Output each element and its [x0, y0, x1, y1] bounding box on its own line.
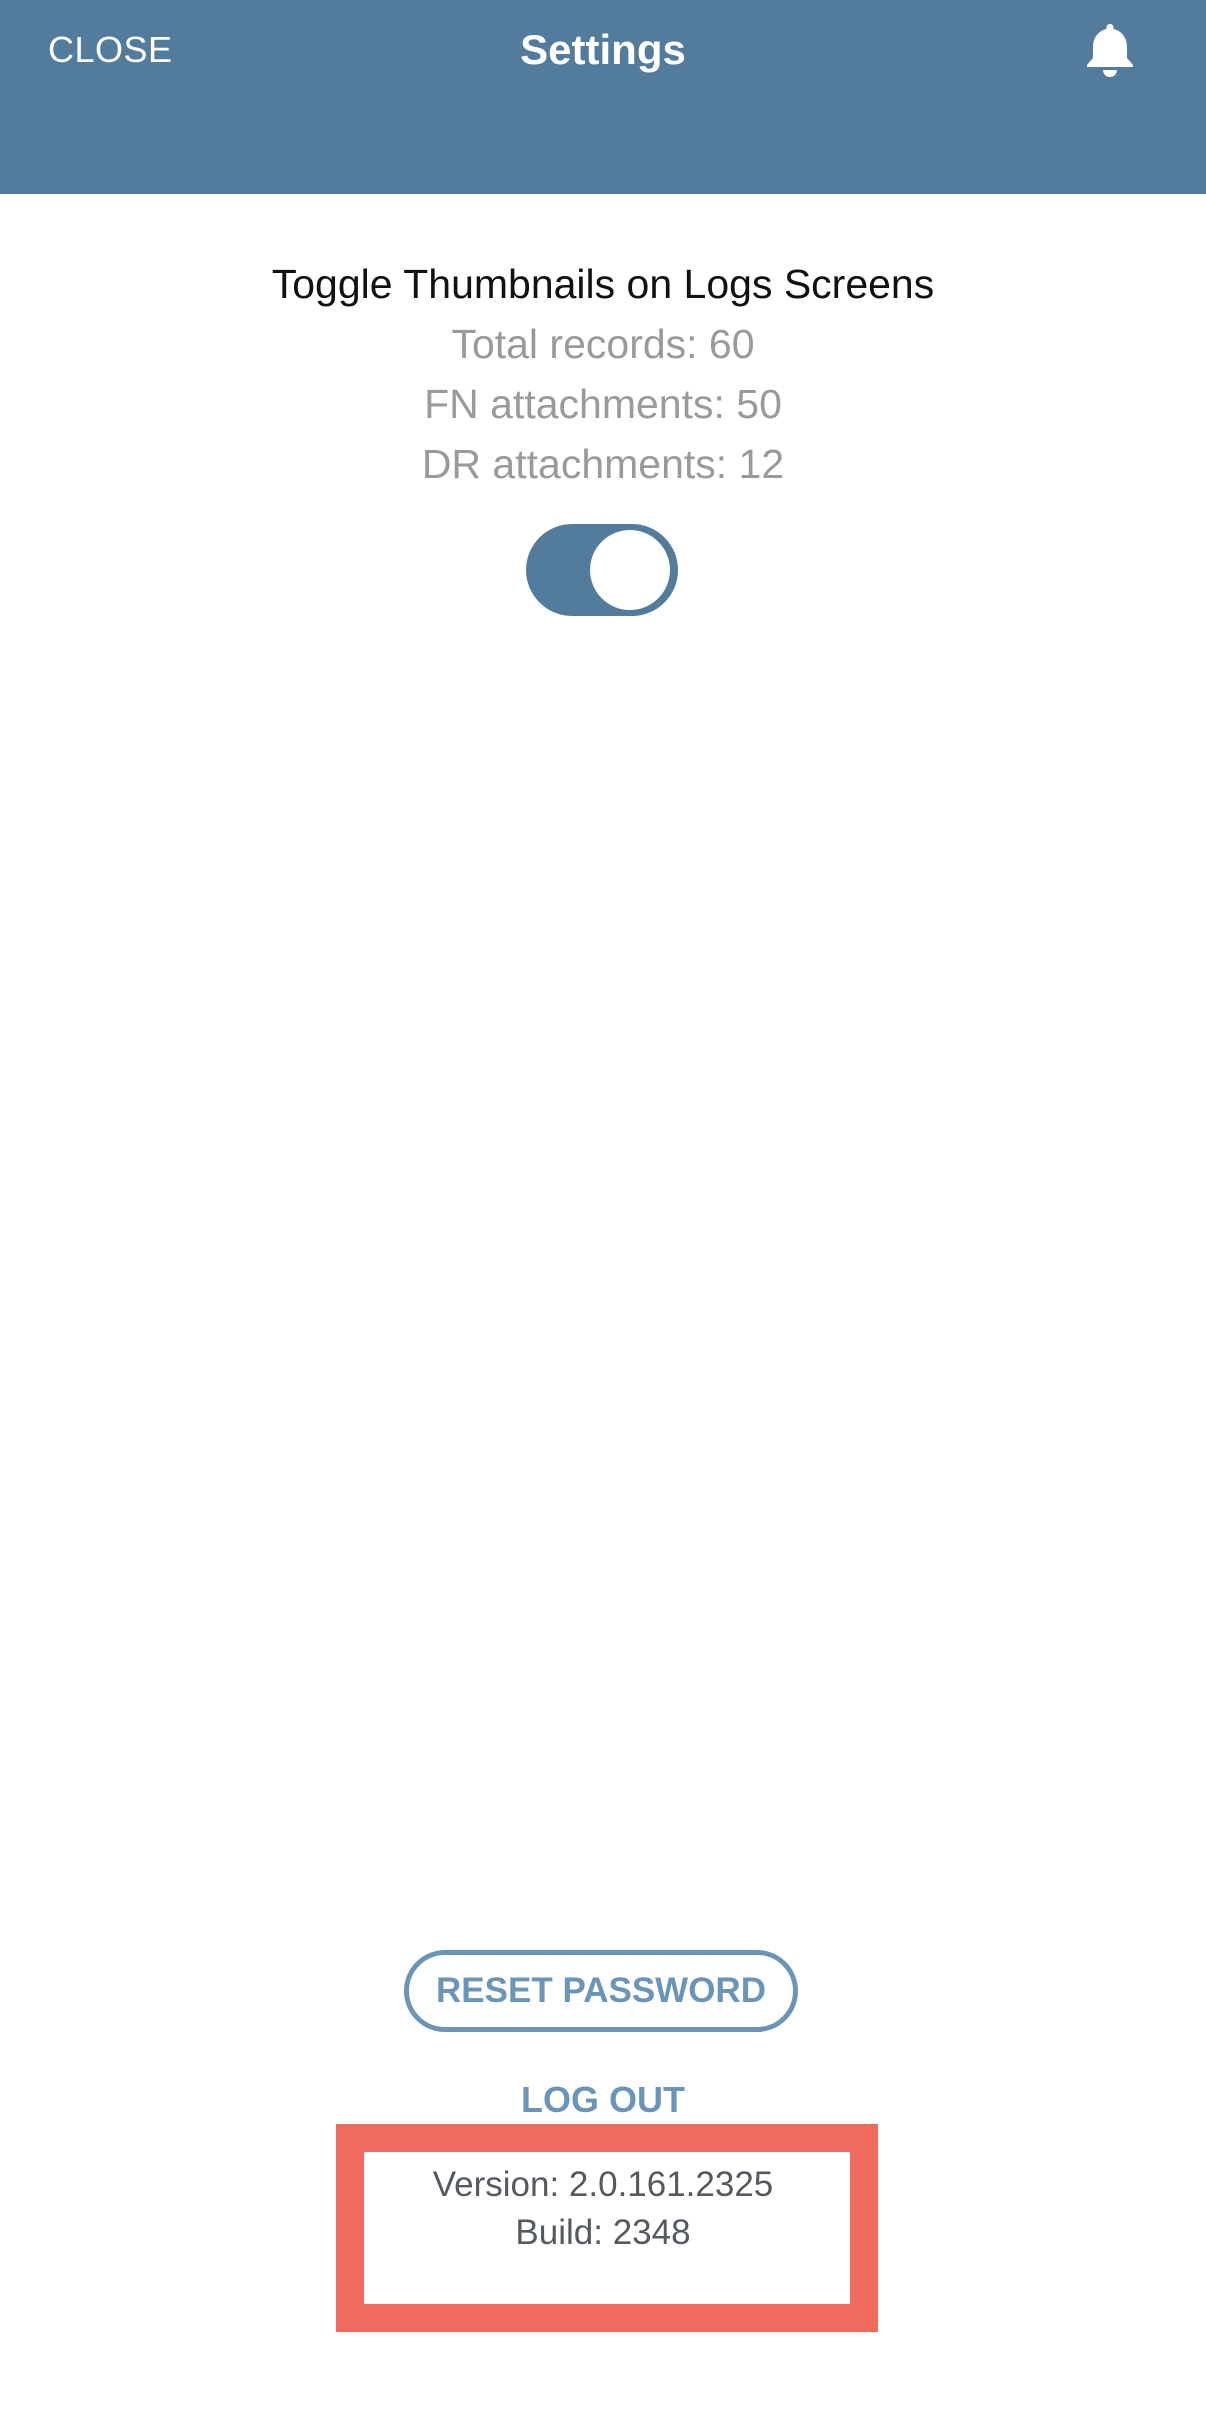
- thumbnails-setting-title: Toggle Thumbnails on Logs Screens: [271, 261, 935, 307]
- version-text: Version: 2.0.161.2325: [432, 2165, 774, 2204]
- header-bar: CLOSE Settings: [0, 0, 1206, 194]
- bell-icon[interactable]: [1082, 20, 1138, 78]
- dr-attachments-stat: DR attachments: 12: [421, 441, 785, 487]
- thumbnails-toggle[interactable]: [526, 524, 678, 616]
- bell-icon-graphic: [1087, 24, 1133, 77]
- total-records-stat: Total records: 60: [451, 321, 755, 367]
- page-title: Settings: [520, 26, 686, 73]
- build-text: Build: 2348: [515, 2213, 691, 2252]
- log-out-button[interactable]: LOG OUT: [0, 2074, 1206, 2126]
- toggle-knob: [590, 530, 670, 610]
- fn-attachments-stat: FN attachments: 50: [424, 381, 782, 427]
- reset-password-button[interactable]: RESET PASSWORD: [404, 1950, 798, 2032]
